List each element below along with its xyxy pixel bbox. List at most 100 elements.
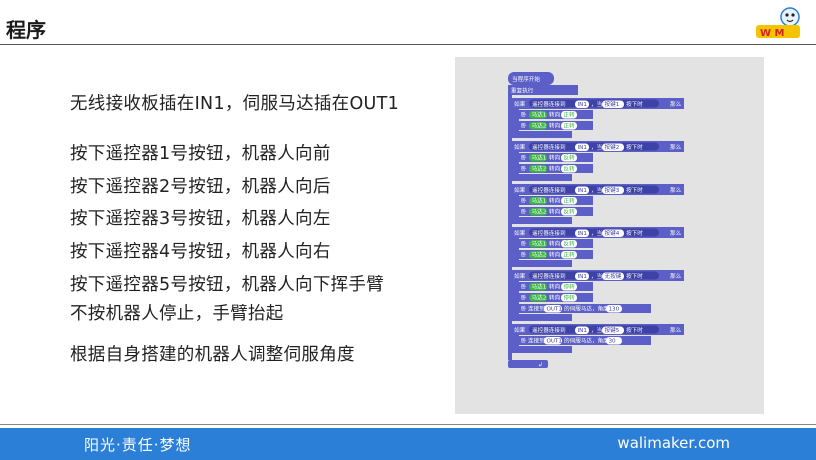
bottom-divider bbox=[0, 424, 816, 425]
motor-dir-2-2: 反转 bbox=[564, 165, 576, 173]
servo-angle-5: 130 bbox=[609, 307, 620, 313]
cond-suffix-4: 按下时 bbox=[626, 229, 643, 237]
motor-turn-5-2: 转向 bbox=[549, 294, 561, 302]
forever-arm bbox=[508, 95, 512, 360]
cond-prefix-2: 遥控器连接到 bbox=[532, 143, 566, 151]
cond-port-4: IN1 bbox=[578, 231, 588, 237]
cond-prefix-4: 遥控器连接到 bbox=[532, 229, 566, 237]
slide-title: 程序 bbox=[6, 18, 46, 42]
if-block-foot-5 bbox=[512, 314, 572, 321]
cond-mid-5: ，当 bbox=[591, 272, 602, 280]
servo-mid-6: 的伺服马达，角度 bbox=[564, 337, 609, 345]
text-line-button-3: 按下遥控器3号按钮，机器人向左 bbox=[70, 209, 331, 229]
cond-key-3: 按键3 bbox=[605, 186, 620, 194]
motor-dir-5-2: 停转 bbox=[564, 294, 576, 302]
motor-tag-5-2: 卧 bbox=[521, 294, 527, 302]
cond-mid-6: ，当 bbox=[591, 326, 602, 334]
cond-suffix-2: 按下时 bbox=[626, 143, 643, 151]
if-label-2: 如果 bbox=[514, 143, 526, 151]
servo-port-6: OUT1 bbox=[547, 339, 563, 345]
forever-loop-icon: ↲ bbox=[538, 362, 543, 369]
motor-name-1-2: 马达2 bbox=[532, 122, 547, 130]
motor-turn-4-2: 转向 bbox=[549, 251, 561, 259]
if-label-3: 如果 bbox=[514, 186, 526, 194]
cond-key-2: 按键2 bbox=[605, 143, 620, 151]
cond-key-4: 按键4 bbox=[605, 229, 620, 237]
motor-dir-1-2: 正转 bbox=[564, 122, 576, 130]
motor-turn-1-2: 转向 bbox=[549, 122, 561, 130]
motor-name-2-1: 马达1 bbox=[532, 154, 547, 162]
motor-tag-2-1: 卧 bbox=[521, 154, 527, 162]
cond-mid-1: ，当 bbox=[591, 100, 602, 108]
hat-label: 当程序开始 bbox=[512, 75, 540, 83]
motor-dir-5-1: 停转 bbox=[564, 283, 576, 291]
text-line-no-press: 不按机器人停止，手臂抬起 bbox=[70, 304, 284, 324]
code-screenshot: 当程序开始 重复执行 如果 遥控器连接到 IN1 ，当 按键1 按下时 那么卧马达1 转向 正转卧马… bbox=[455, 57, 764, 414]
walimaker-logo: W M bbox=[756, 7, 800, 39]
cond-suffix-3: 按下时 bbox=[626, 186, 643, 194]
motor-name-4-1: 马达1 bbox=[532, 240, 547, 248]
cond-port-2: IN1 bbox=[578, 145, 588, 151]
then-label-2: 那么 bbox=[670, 143, 682, 151]
motor-dir-3-2: 反转 bbox=[564, 208, 576, 216]
motor-tag-1-1: 卧 bbox=[521, 111, 527, 119]
text-line-button-5: 按下遥控器5号按钮，机器人向下挥手臂 bbox=[70, 275, 385, 295]
cond-key-1: 按键1 bbox=[605, 100, 620, 108]
if-label-6: 如果 bbox=[514, 326, 526, 334]
cond-port-6: IN1 bbox=[578, 328, 588, 334]
motor-name-3-1: 马达1 bbox=[532, 197, 547, 205]
motor-turn-2-2: 转向 bbox=[549, 165, 561, 173]
cond-mid-3: ，当 bbox=[591, 186, 602, 194]
motor-tag-3-2: 卧 bbox=[521, 208, 527, 216]
svg-text:W M: W M bbox=[760, 28, 785, 39]
then-label-4: 那么 bbox=[670, 229, 682, 237]
motor-turn-2-1: 转向 bbox=[549, 154, 561, 162]
if-label-5: 如果 bbox=[514, 272, 526, 280]
if-block-foot-1 bbox=[512, 131, 572, 138]
cond-port-5: IN1 bbox=[578, 274, 588, 280]
cond-prefix-1: 遥控器连接到 bbox=[532, 100, 566, 108]
motor-dir-3-1: 正转 bbox=[564, 197, 576, 205]
motor-dir-4-1: 反转 bbox=[564, 240, 576, 248]
cond-prefix-6: 遥控器连接到 bbox=[532, 326, 566, 334]
text-line-wiring: 无线接收板插在IN1，伺服马达插在OUT1 bbox=[70, 94, 400, 114]
top-divider bbox=[0, 44, 816, 45]
motor-turn-3-2: 转向 bbox=[549, 208, 561, 216]
motor-name-1-1: 马达1 bbox=[532, 111, 547, 119]
if-block-foot-4 bbox=[512, 260, 572, 267]
motor-name-2-2: 马达2 bbox=[532, 165, 547, 173]
servo-angle-6: 30 bbox=[609, 339, 617, 345]
cond-suffix-6: 按下时 bbox=[626, 326, 643, 334]
cond-port-1: IN1 bbox=[578, 102, 588, 108]
cond-prefix-3: 遥控器连接到 bbox=[532, 186, 566, 194]
if-label-4: 如果 bbox=[514, 229, 526, 237]
then-label-5: 那么 bbox=[670, 272, 682, 280]
if-block-foot-2 bbox=[512, 174, 572, 181]
motor-tag-2-2: 卧 bbox=[521, 165, 527, 173]
cond-key-5: 无按键 bbox=[605, 272, 622, 280]
motor-name-3-2: 马达2 bbox=[532, 208, 547, 216]
text-line-button-1: 按下遥控器1号按钮，机器人向前 bbox=[70, 144, 331, 164]
footer-website: walimaker.com bbox=[617, 434, 730, 452]
motor-turn-5-1: 转向 bbox=[549, 283, 561, 291]
servo-prefix-6: 连接到 bbox=[528, 337, 545, 345]
motor-turn-4-1: 转向 bbox=[549, 240, 561, 248]
motor-dir-4-2: 正转 bbox=[564, 251, 576, 259]
motor-tag-1-2: 卧 bbox=[521, 122, 527, 130]
motor-tag-3-1: 卧 bbox=[521, 197, 527, 205]
motor-turn-1-1: 转向 bbox=[549, 111, 561, 119]
motor-tag-4-2: 卧 bbox=[521, 251, 527, 259]
motor-tag-4-1: 卧 bbox=[521, 240, 527, 248]
motor-dir-2-1: 反转 bbox=[564, 154, 576, 162]
text-line-button-4: 按下遥控器4号按钮，机器人向右 bbox=[70, 242, 331, 262]
servo-prefix-5: 连接到 bbox=[528, 305, 545, 313]
forever-label: 重复执行 bbox=[511, 87, 534, 95]
footer-slogan: 阳光·责任·梦想 bbox=[84, 436, 192, 454]
if-block-foot-6 bbox=[512, 346, 572, 353]
then-label-6: 那么 bbox=[670, 326, 682, 334]
motor-name-5-2: 马达2 bbox=[532, 294, 547, 302]
then-label-1: 那么 bbox=[670, 100, 682, 108]
motor-tag-5-1: 卧 bbox=[521, 283, 527, 291]
text-line-adjust: 根据自身搭建的机器人调整伺服角度 bbox=[70, 345, 355, 365]
motor-turn-3-1: 转向 bbox=[549, 197, 561, 205]
